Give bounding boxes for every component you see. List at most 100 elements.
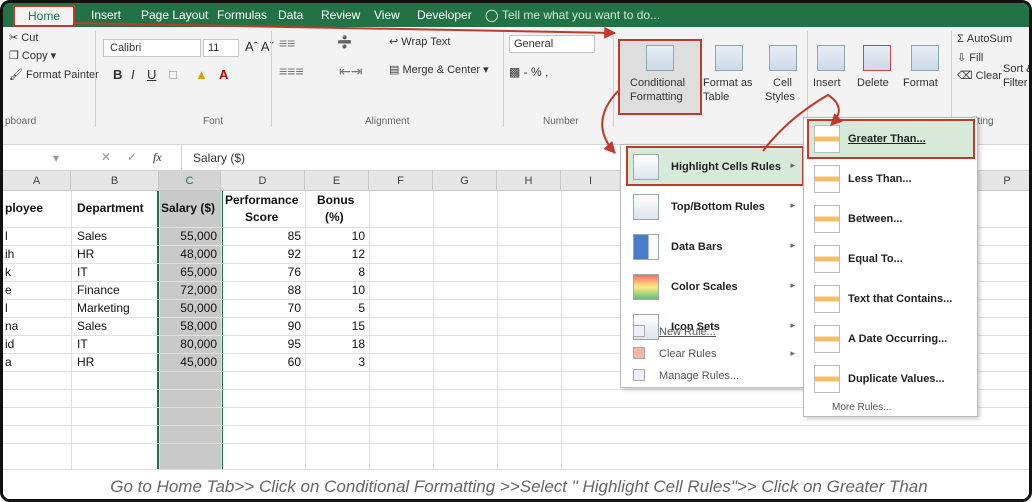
conditional-formatting-button[interactable]: Conditional Formatting xyxy=(618,39,702,115)
menu-item-data-bars[interactable]: Data Bars ▸ xyxy=(627,227,803,265)
table-cell[interactable]: na xyxy=(5,319,69,333)
number-format-select[interactable]: General xyxy=(509,35,595,53)
cell-styles-button[interactable]: Cell Styles xyxy=(761,41,805,113)
font-name-select[interactable]: Calibri xyxy=(103,39,201,57)
tab-developer[interactable]: Developer xyxy=(417,8,472,22)
column-header-h[interactable]: H xyxy=(497,171,561,191)
table-cell[interactable]: 10 xyxy=(309,229,365,243)
table-cell[interactable]: ih xyxy=(5,247,69,261)
font-size-select[interactable]: 11 xyxy=(203,39,239,57)
format-as-table-button[interactable]: Format as Table xyxy=(703,41,759,113)
table-cell[interactable]: 85 xyxy=(225,229,301,243)
column-header-a[interactable]: A xyxy=(3,171,71,191)
menu-item-color-scales[interactable]: Color Scales ▸ xyxy=(627,267,803,305)
table-cell[interactable]: l xyxy=(5,301,69,315)
table-cell[interactable]: 12 xyxy=(309,247,365,261)
grow-font-button[interactable]: Aˆ Aˇ xyxy=(245,39,274,54)
column-header-c[interactable]: C xyxy=(159,171,221,191)
tell-me-box[interactable]: Tell me what you want to do... xyxy=(502,8,660,22)
table-cell[interactable]: 50,000 xyxy=(161,301,217,315)
header-employee[interactable]: ployee xyxy=(5,201,43,215)
table-cell[interactable]: 95 xyxy=(225,337,301,351)
table-cell[interactable]: 65,000 xyxy=(161,265,217,279)
underline-button[interactable]: U xyxy=(147,67,156,82)
table-cell[interactable]: 45,000 xyxy=(161,355,217,369)
table-cell[interactable]: e xyxy=(5,283,69,297)
column-header-f[interactable]: F xyxy=(369,171,433,191)
format-button[interactable]: Format xyxy=(903,41,949,91)
menu-item-highlight-cells-rules[interactable]: Highlight Cells Rules ▸ xyxy=(626,146,804,186)
table-cell[interactable]: HR xyxy=(77,247,157,261)
fill-color-icon[interactable]: ▲ xyxy=(195,67,208,82)
more-rules-link[interactable]: More Rules... xyxy=(832,402,891,413)
tab-data[interactable]: Data xyxy=(278,8,303,22)
submenu-item-greater-than[interactable]: Greater Than... xyxy=(807,119,975,159)
table-cell[interactable]: Marketing xyxy=(77,301,157,315)
table-cell[interactable]: 76 xyxy=(225,265,301,279)
table-cell[interactable]: 5 xyxy=(309,301,365,315)
fx-icon[interactable]: fx xyxy=(153,150,162,165)
header-bonus-1[interactable]: Bonus xyxy=(317,193,354,207)
tab-review[interactable]: Review xyxy=(321,8,360,22)
column-header-i[interactable]: I xyxy=(561,171,621,191)
table-cell[interactable]: 8 xyxy=(309,265,365,279)
submenu-item-between[interactable]: Between... xyxy=(808,200,974,238)
cancel-icon[interactable]: ✕ xyxy=(101,150,111,164)
table-cell[interactable]: Finance xyxy=(77,283,157,297)
tab-insert[interactable]: Insert xyxy=(91,8,121,22)
align-top-icon[interactable]: ≡≡ xyxy=(279,35,295,51)
table-cell[interactable]: 55,000 xyxy=(161,229,217,243)
submenu-item-less-than[interactable]: Less Than... xyxy=(808,160,974,198)
copy-button[interactable]: ❐ Copy ▾ xyxy=(9,49,56,62)
table-cell[interactable]: 58,000 xyxy=(161,319,217,333)
column-header-g[interactable]: G xyxy=(433,171,497,191)
insert-button[interactable]: Insert xyxy=(811,41,855,91)
table-cell[interactable]: 3 xyxy=(309,355,365,369)
header-performance-1[interactable]: Performance xyxy=(225,193,298,207)
table-cell[interactable]: 18 xyxy=(309,337,365,351)
table-cell[interactable]: id xyxy=(5,337,69,351)
table-cell[interactable]: IT xyxy=(77,265,157,279)
table-cell[interactable]: 60 xyxy=(225,355,301,369)
submenu-item-equal-to[interactable]: Equal To... xyxy=(808,240,974,278)
cut-button[interactable]: ✂ Cut xyxy=(9,31,38,44)
tab-home[interactable]: Home xyxy=(13,5,75,27)
header-salary[interactable]: Salary ($) xyxy=(161,201,215,215)
bold-button[interactable]: B xyxy=(113,67,122,82)
tab-formulas[interactable]: Formulas xyxy=(217,8,267,22)
table-cell[interactable]: 70 xyxy=(225,301,301,315)
namebox-dropdown-icon[interactable]: ▾ xyxy=(53,151,59,165)
table-cell[interactable]: Sales xyxy=(77,319,157,333)
table-cell[interactable]: IT xyxy=(77,337,157,351)
column-header-p[interactable]: P xyxy=(979,171,1029,191)
formula-content[interactable]: Salary ($) xyxy=(193,151,245,165)
menu-item-new-rule[interactable]: New Rule... xyxy=(627,321,803,343)
borders-icon[interactable]: □ xyxy=(169,67,177,82)
table-cell[interactable]: 15 xyxy=(309,319,365,333)
table-cell[interactable]: 72,000 xyxy=(161,283,217,297)
align-left-icon[interactable]: ≡≡≡ xyxy=(279,63,304,79)
table-cell[interactable]: 90 xyxy=(225,319,301,333)
column-header-e[interactable]: E xyxy=(305,171,369,191)
tab-page-layout[interactable]: Page Layout xyxy=(141,8,208,22)
sort-filter-label-1[interactable]: Sort & xyxy=(1003,63,1029,75)
fill-button[interactable]: ⇩ Fill xyxy=(957,51,983,64)
orientation-icon[interactable]: ➗ xyxy=(337,35,352,49)
enter-icon[interactable]: ✓ xyxy=(127,150,137,164)
italic-button[interactable]: I xyxy=(131,67,135,82)
menu-item-clear-rules[interactable]: Clear Rules ▸ xyxy=(627,343,803,365)
table-cell[interactable]: 10 xyxy=(309,283,365,297)
menu-item-top-bottom-rules[interactable]: Top/Bottom Rules ▸ xyxy=(627,187,803,225)
delete-button[interactable]: Delete xyxy=(857,41,901,91)
merge-center-button[interactable]: ▤ Merge & Center ▾ xyxy=(389,63,489,76)
format-painter-button[interactable]: 🖌 Format Painter xyxy=(9,68,99,81)
table-cell[interactable]: l xyxy=(5,229,69,243)
table-cell[interactable]: k xyxy=(5,265,69,279)
autosum-button[interactable]: Σ AutoSum xyxy=(957,33,1012,45)
wrap-text-button[interactable]: ↩ Wrap Text xyxy=(389,35,450,48)
sort-filter-label-2[interactable]: Filter xyxy=(1003,77,1027,89)
column-header-b[interactable]: B xyxy=(71,171,159,191)
table-cell[interactable]: a xyxy=(5,355,69,369)
header-bonus-2[interactable]: (%) xyxy=(325,210,344,224)
table-cell[interactable]: 80,000 xyxy=(161,337,217,351)
